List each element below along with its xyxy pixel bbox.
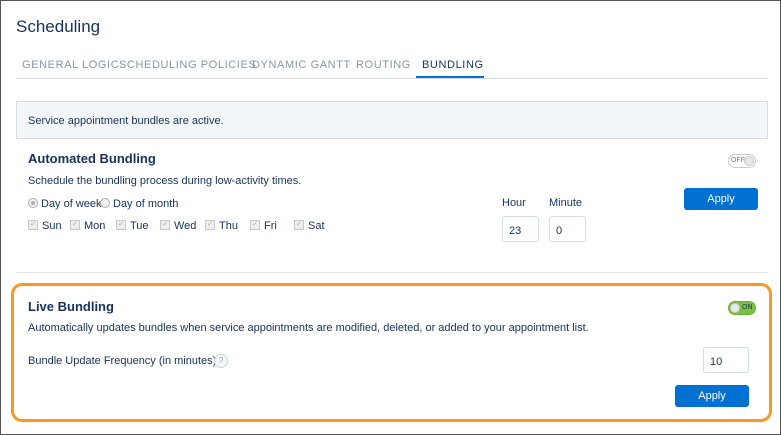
day-label: Sat — [308, 220, 325, 232]
toggle-knob — [744, 156, 754, 166]
checkbox-thu[interactable]: ✓ Thu — [205, 220, 238, 232]
checkbox-tue[interactable]: ✓ Tue — [116, 220, 149, 232]
day-label: Thu — [219, 220, 238, 232]
minute-label: Minute — [549, 197, 583, 209]
radio-icon — [100, 198, 110, 209]
day-label: Wed — [174, 220, 197, 232]
automated-toggle-label: OFF — [731, 157, 745, 164]
live-bundling-description: Automatically updates bundles when servi… — [28, 322, 589, 334]
minute-input[interactable]: 0 — [549, 216, 586, 242]
live-bundling-highlight — [11, 283, 772, 422]
live-apply-button[interactable]: Apply — [675, 385, 749, 407]
active-tab-indicator — [416, 76, 484, 78]
tab-routing[interactable]: ROUTING — [356, 59, 411, 71]
live-toggle-label: ON — [742, 304, 753, 311]
checkbox-icon: ✓ — [116, 220, 126, 231]
page-title: Scheduling — [16, 17, 101, 36]
day-label: Fri — [264, 220, 277, 232]
checkbox-icon: ✓ — [250, 220, 260, 231]
live-bundling-toggle[interactable]: ON — [728, 301, 756, 315]
checkbox-wed[interactable]: ✓ Wed — [160, 220, 196, 232]
automated-bundling-description: Schedule the bundling process during low… — [28, 175, 302, 187]
checkbox-icon: ✓ — [70, 220, 80, 231]
radio-day-of-week[interactable]: Day of week — [28, 198, 102, 210]
live-bundling-title: Live Bundling — [28, 299, 114, 314]
day-label: Sun — [42, 220, 62, 232]
tab-dynamic-gantt[interactable]: DYNAMIC GANTT — [252, 59, 351, 71]
radio-icon — [28, 198, 38, 209]
day-label: Mon — [84, 220, 106, 232]
checkbox-icon: ✓ — [160, 220, 170, 231]
checkbox-icon: ✓ — [294, 220, 304, 231]
automated-bundling-title: Automated Bundling — [28, 151, 156, 166]
toggle-knob — [730, 303, 740, 313]
automated-bundling-toggle[interactable]: OFF — [728, 154, 756, 168]
radio-day-of-week-label: Day of week — [41, 198, 102, 210]
checkbox-icon: ✓ — [205, 220, 215, 231]
automated-apply-button[interactable]: Apply — [684, 188, 758, 210]
checkbox-mon[interactable]: ✓ Mon — [70, 220, 105, 232]
status-banner: Service appointment bundles are active. — [16, 101, 768, 139]
checkbox-icon: ✓ — [28, 220, 38, 231]
checkbox-fri[interactable]: ✓ Fri — [250, 220, 277, 232]
day-label: Tue — [130, 220, 149, 232]
radio-day-of-month-label: Day of month — [113, 198, 179, 210]
tab-bundling[interactable]: BUNDLING — [422, 59, 484, 71]
checkbox-sun[interactable]: ✓ Sun — [28, 220, 62, 232]
tab-general-logic[interactable]: GENERAL LOGIC — [22, 59, 119, 71]
hour-input[interactable]: 23 — [502, 216, 539, 242]
checkbox-sat[interactable]: ✓ Sat — [294, 220, 325, 232]
tab-scheduling-policies[interactable]: SCHEDULING POLICIES — [119, 59, 256, 71]
hour-label: Hour — [502, 197, 526, 209]
help-icon[interactable]: ? — [214, 354, 228, 368]
section-divider — [16, 272, 768, 273]
radio-day-of-month[interactable]: Day of month — [100, 198, 178, 210]
frequency-label: Bundle Update Frequency (in minutes) — [28, 355, 217, 367]
frequency-input[interactable]: 10 — [703, 347, 749, 373]
tab-bar: GENERAL LOGIC SCHEDULING POLICIES DYNAMI… — [16, 52, 767, 79]
